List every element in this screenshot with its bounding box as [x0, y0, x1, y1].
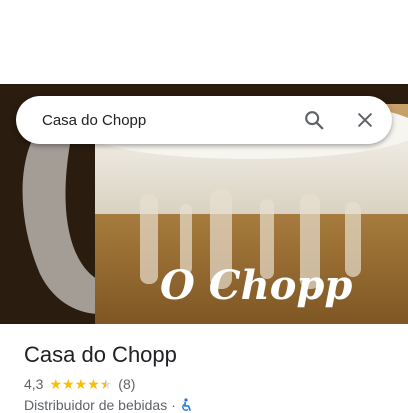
rating-value: 4,3 — [24, 376, 44, 392]
rating-row[interactable]: 4,3 ★ ★ ★ ★ ★ (8) — [24, 376, 135, 392]
search-icon — [305, 111, 324, 130]
hero-image-text: O Chopp — [160, 262, 352, 309]
star-half-icon: ★ — [99, 376, 113, 392]
separator: · — [171, 397, 176, 413]
star-icon: ★ — [87, 376, 100, 392]
star-icon: ★ — [49, 376, 63, 392]
category-row: Distribuidor de bebidas · — [24, 397, 192, 413]
search-input[interactable] — [40, 104, 284, 136]
close-icon — [358, 113, 372, 127]
search-bar[interactable] — [16, 96, 392, 144]
wheelchair-icon — [180, 398, 192, 412]
search-button[interactable] — [298, 104, 330, 136]
clear-search-button[interactable] — [349, 104, 381, 136]
rating-stars: ★ ★ ★ ★ ★ — [49, 377, 112, 391]
place-name: Casa do Chopp — [24, 342, 177, 367]
star-icon: ★ — [74, 376, 88, 392]
review-count[interactable]: (8) — [118, 376, 135, 392]
place-category: Distribuidor de bebidas — [24, 397, 168, 413]
star-icon: ★ — [62, 376, 75, 392]
